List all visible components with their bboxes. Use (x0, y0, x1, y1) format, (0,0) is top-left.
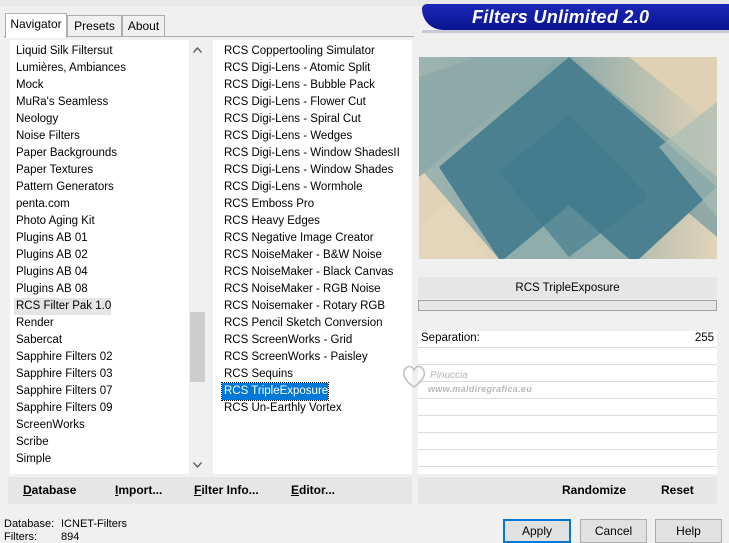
list-item[interactable]: ScreenWorks (14, 417, 85, 434)
right-toolbar: Randomize Reset (418, 477, 717, 504)
reset-button[interactable]: Reset (661, 477, 694, 504)
list-item[interactable]: RCS NoiseMaker - Black Canvas (222, 264, 393, 281)
param-row-empty (418, 450, 717, 467)
tab-presets[interactable]: Presets (67, 15, 122, 37)
list-item[interactable]: RCS Digi-Lens - Window Shades (222, 162, 393, 179)
list-item[interactable]: Pattern Generators (14, 179, 114, 196)
list-item[interactable]: RCS ScreenWorks - Paisley (222, 349, 368, 366)
app-banner: Filters Unlimited 2.0 (422, 4, 729, 30)
list-item[interactable]: Sapphire Filters 02 (14, 349, 113, 366)
list-item[interactable]: Render (14, 315, 54, 332)
list-item[interactable]: Sapphire Filters 07 (14, 383, 113, 400)
category-list[interactable]: Liquid Silk Filtersut Lumières, Ambiances… (10, 40, 189, 474)
selected-filter-name: RCS TripleExposure (418, 277, 717, 299)
list-item[interactable]: Plugins AB 08 (14, 281, 88, 298)
list-item[interactable]: penta.com (14, 196, 70, 213)
list-item[interactable]: Sapphire Filters 09 (14, 400, 113, 417)
list-item[interactable]: Photo Aging Kit (14, 213, 95, 230)
scroll-thumb[interactable] (190, 312, 205, 382)
preview-image (419, 57, 717, 259)
scroll-down-icon[interactable] (189, 457, 206, 474)
list-item[interactable]: Sabercat (14, 332, 62, 349)
list-item[interactable]: RCS NoiseMaker - RGB Noise (222, 281, 381, 298)
list-item[interactable]: Neology (14, 111, 58, 128)
category-scrollbar[interactable] (189, 40, 206, 474)
param-row-empty (418, 416, 717, 433)
progress-bar (418, 300, 717, 311)
database-label: Database: (4, 518, 55, 530)
list-item[interactable]: Lumières, Ambiances (14, 60, 126, 77)
list-item[interactable]: RCS Sequins (222, 366, 293, 383)
apply-button[interactable]: Apply (503, 519, 571, 543)
list-item[interactable]: Noise Filters (14, 128, 80, 145)
list-item[interactable]: RCS ScreenWorks - Grid (222, 332, 352, 349)
param-label: Separation: (421, 332, 480, 344)
list-item[interactable]: RCS Noisemaker - Rotary RGB (222, 298, 385, 315)
database-button[interactable]: Database (23, 477, 76, 504)
list-item[interactable]: RCS Un-Earthly Vortex (222, 400, 342, 417)
list-item-selected[interactable]: RCS Filter Pak 1.0 (14, 298, 112, 315)
param-row-empty (418, 433, 717, 450)
list-item[interactable]: RCS Coppertooling Simulator (222, 43, 375, 60)
list-item[interactable]: RCS Negative Image Creator (222, 230, 374, 247)
list-item[interactable]: RCS Digi-Lens - Atomic Split (222, 60, 370, 77)
import-button[interactable]: Import... (115, 477, 162, 504)
list-item[interactable]: Simple (14, 451, 51, 468)
banner-edge (422, 30, 729, 33)
list-item[interactable]: RCS Digi-Lens - Wormhole (222, 179, 362, 196)
editor-button[interactable]: Editor... (291, 477, 335, 504)
param-row-separation[interactable]: Separation: 255 (418, 331, 717, 348)
list-item[interactable]: RCS Heavy Edges (222, 213, 320, 230)
list-item[interactable]: RCS NoiseMaker - B&W Noise (222, 247, 382, 264)
list-item[interactable]: RCS Digi-Lens - Bubble Pack (222, 77, 375, 94)
list-item[interactable]: Sapphire Filters 03 (14, 366, 113, 383)
tab-about[interactable]: About (122, 15, 165, 37)
list-item[interactable]: RCS Digi-Lens - Wedges (222, 128, 352, 145)
list-item[interactable]: RCS Digi-Lens - Spiral Cut (222, 111, 361, 128)
list-item[interactable]: RCS Digi-Lens - Flower Cut (222, 94, 366, 111)
list-item[interactable]: Plugins AB 02 (14, 247, 88, 264)
list-item[interactable]: RCS Emboss Pro (222, 196, 314, 213)
randomize-button[interactable]: Randomize (562, 477, 626, 504)
list-item[interactable]: Paper Textures (14, 162, 93, 179)
filter-list[interactable]: RCS Coppertooling Simulator RCS Digi-Lens… (213, 40, 412, 474)
app-title: Filters Unlimited 2.0 (472, 7, 650, 27)
filter-info-button[interactable]: Filter Info... (194, 477, 259, 504)
watermark-name: Pinuccia (430, 370, 468, 381)
list-item[interactable]: RCS Digi-Lens - Window ShadesII (222, 145, 400, 162)
list-item[interactable]: Plugins AB 04 (14, 264, 88, 281)
watermark: Pinuccia www.maldiregrafica.eu (398, 360, 568, 410)
database-value: ICNET-Filters (61, 518, 127, 530)
param-value[interactable]: 255 (695, 332, 714, 344)
list-item[interactable]: Plugins AB 01 (14, 230, 88, 247)
tab-navigator[interactable]: Navigator (5, 13, 67, 38)
list-item[interactable]: MuRa's Seamless (14, 94, 108, 111)
help-button[interactable]: Help (655, 519, 722, 543)
filters-count: 894 (61, 531, 80, 543)
list-item[interactable]: Mock (14, 77, 43, 94)
left-toolbar: Database Import... Filter Info... Editor… (8, 477, 412, 504)
filters-label: Filters: (4, 531, 37, 543)
heart-icon (402, 365, 426, 388)
list-item[interactable]: Liquid Silk Filtersut (14, 43, 113, 60)
list-item[interactable]: Paper Backgrounds (14, 145, 117, 162)
list-item[interactable]: RCS Pencil Sketch Conversion (222, 315, 383, 332)
list-item[interactable]: Scribe (14, 434, 49, 451)
cancel-button[interactable]: Cancel (580, 519, 647, 543)
scroll-up-icon[interactable] (189, 42, 206, 59)
list-item-selected[interactable]: RCS TripleExposure (220, 382, 330, 401)
watermark-url: www.maldiregrafica.eu (428, 384, 532, 394)
